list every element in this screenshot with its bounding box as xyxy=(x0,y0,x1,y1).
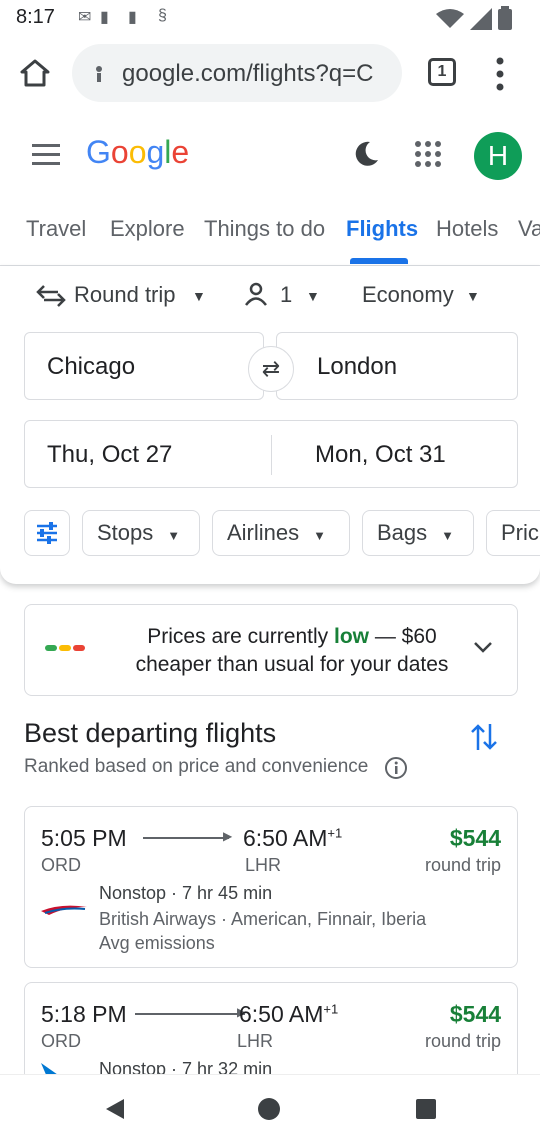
flight-stops-duration: Nonstop · 7 hr 45 min xyxy=(99,883,273,903)
sort-icon[interactable] xyxy=(470,722,498,752)
travel-tabs: Travel Explore Things to do Flights Hote… xyxy=(0,202,540,266)
notification-icon: ▮ xyxy=(100,9,109,26)
tab-hotels[interactable]: Hotels xyxy=(436,216,498,242)
date-divider xyxy=(271,435,272,475)
tab-flights[interactable]: Flights xyxy=(346,216,418,242)
destination-value: London xyxy=(317,353,398,380)
origin-airport: ORD xyxy=(41,855,81,875)
notification-icon: § xyxy=(158,7,167,24)
chevron-down-icon[interactable] xyxy=(473,641,493,655)
wifi-icon xyxy=(436,9,464,28)
filter-airlines[interactable]: Airlines ▼ xyxy=(212,510,350,556)
passengers-select[interactable]: 1 xyxy=(280,282,292,308)
home-icon[interactable] xyxy=(20,58,50,88)
filter-stops[interactable]: Stops ▼ xyxy=(82,510,200,556)
dark-mode-icon[interactable] xyxy=(352,140,380,168)
swap-cities-button[interactable]: ⇄ xyxy=(248,346,294,392)
filter-price[interactable]: Pric xyxy=(486,510,540,556)
person-icon xyxy=(245,282,267,306)
tab-travel[interactable]: Travel xyxy=(26,216,86,242)
destination-airport: LHR xyxy=(245,855,282,875)
depart-date[interactable]: Thu, Oct 27 xyxy=(47,441,172,469)
back-icon[interactable] xyxy=(104,1097,126,1121)
menu-icon[interactable] xyxy=(32,144,60,166)
flight-search-panel: Round trip ▼ 1 ▼ Economy ▼ Chicago Londo… xyxy=(0,266,540,584)
flight-price: $544 xyxy=(449,1001,501,1027)
price-note: round trip xyxy=(424,855,501,875)
origin-value: Chicago xyxy=(47,353,136,380)
home-button-icon[interactable] xyxy=(256,1096,282,1122)
signal-icon xyxy=(470,8,492,30)
depart-time: 5:18 PM xyxy=(41,1001,127,1027)
google-header: Google H xyxy=(0,112,540,202)
more-options-icon[interactable] xyxy=(494,56,506,92)
tab-switcher-button[interactable]: 1 xyxy=(428,58,456,86)
section-title: Best departing flights xyxy=(24,718,277,748)
return-date[interactable]: Mon, Oct 31 xyxy=(315,441,446,469)
arrive-time: 6:50 AM+1 xyxy=(243,825,343,851)
trip-type-select[interactable]: Round trip xyxy=(74,282,176,308)
price-level-icon xyxy=(45,645,85,651)
google-logo[interactable]: Google xyxy=(86,134,189,171)
avatar[interactable]: H xyxy=(474,132,522,180)
tab-explore[interactable]: Explore xyxy=(110,216,185,242)
section-subtitle: Ranked based on price and convenience xyxy=(24,756,369,777)
flight-price: $544 xyxy=(449,825,501,851)
depart-time: 5:05 PM xyxy=(41,825,127,851)
chevron-down-icon: ▼ xyxy=(192,288,206,304)
notification-icon: ▮ xyxy=(128,9,137,26)
browser-toolbar: google.com/flights?q=C 1 xyxy=(0,36,540,112)
price-note: round trip xyxy=(424,1031,501,1051)
status-bar: 8:17 ✉ ▮ ▮ § xyxy=(0,0,540,36)
destination-airport: LHR xyxy=(237,1031,274,1051)
chevron-down-icon: ▼ xyxy=(306,288,320,304)
cabin-class-select[interactable]: Economy xyxy=(362,282,454,308)
flight-emissions: Avg emissions xyxy=(99,933,215,953)
tab-things-to-do[interactable]: Things to do xyxy=(204,216,325,242)
arrow-icon: ▶ xyxy=(223,829,233,843)
status-time: 8:17 xyxy=(16,6,55,28)
british-airways-logo-icon xyxy=(41,905,87,915)
price-insight-text: Prices are currently low — $60 cheaper t… xyxy=(135,625,449,676)
chevron-down-icon: ▼ xyxy=(466,288,480,304)
flight-route-line xyxy=(143,837,229,839)
price-insight-banner[interactable]: Prices are currently low — $60 cheaper t… xyxy=(24,604,518,696)
info-icon[interactable] xyxy=(384,756,408,780)
all-filters-button[interactable] xyxy=(24,510,70,556)
dates-field[interactable]: Thu, Oct 27 Mon, Oct 31 xyxy=(24,420,518,488)
flight-airlines: British Airways · American, Finnair, Ibe… xyxy=(99,909,427,929)
flight-route-line xyxy=(135,1013,245,1015)
apps-grid-icon[interactable] xyxy=(414,140,442,168)
destination-field[interactable]: London xyxy=(276,332,518,400)
tab-vacation-rentals[interactable]: Va xyxy=(518,216,540,242)
flight-card[interactable]: 5:05 PM ▶ 6:50 AM+1 ORD LHR $544 round t… xyxy=(24,806,518,968)
recents-icon[interactable] xyxy=(416,1099,436,1119)
filter-icon xyxy=(37,522,57,544)
origin-field[interactable]: Chicago xyxy=(24,332,264,400)
arrive-time: 6:50 AM+1 xyxy=(239,1001,339,1027)
active-tab-indicator xyxy=(350,258,408,264)
address-bar[interactable]: google.com/flights?q=C xyxy=(72,44,402,102)
round-trip-icon xyxy=(36,285,66,307)
battery-icon xyxy=(498,6,512,30)
filter-bags[interactable]: Bags ▼ xyxy=(362,510,474,556)
tune-icon[interactable] xyxy=(90,64,108,84)
system-nav-bar xyxy=(0,1074,540,1140)
origin-airport: ORD xyxy=(41,1031,81,1051)
url-text: google.com/flights?q=C xyxy=(122,60,374,87)
notification-icon: ✉ xyxy=(78,9,92,26)
